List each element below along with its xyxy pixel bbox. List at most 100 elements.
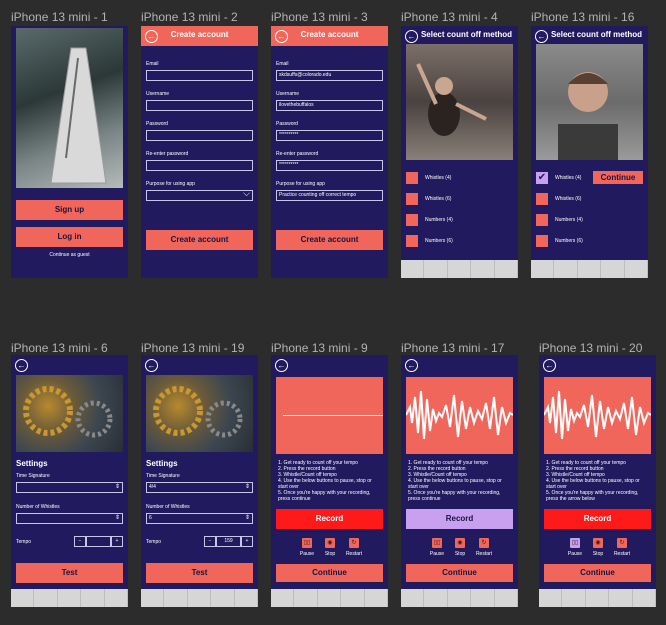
login-button[interactable]: Log in <box>16 227 123 247</box>
frame-label: iPhone 13 mini - 19 <box>141 341 245 355</box>
page-title: Create account <box>170 30 229 39</box>
option-label: Numbers (6) <box>425 238 453 244</box>
password-label: Password <box>276 121 298 127</box>
chevron-down-icon: ⌵ <box>243 190 250 198</box>
email-field[interactable] <box>146 70 253 81</box>
frame-label: iPhone 13 mini - 4 <box>401 10 498 24</box>
restart-icon[interactable]: ↻ <box>617 538 627 548</box>
stop-label: Stop <box>592 551 604 557</box>
back-icon[interactable]: ← <box>405 359 418 372</box>
option-checkbox[interactable] <box>536 235 548 247</box>
signup-button[interactable]: Sign up <box>16 200 123 220</box>
email-field[interactable]: skdsuffs@colorado.edu <box>276 70 383 81</box>
instructions: 1. Get ready to count off your tempo 2. P… <box>408 460 502 502</box>
back-icon[interactable]: ← <box>275 359 288 372</box>
time-signature-field[interactable]: 4/4 ⇕ <box>146 482 253 493</box>
instructions: 1. Get ready to count off your tempo 2. P… <box>546 460 640 502</box>
tempo-field[interactable] <box>86 536 111 547</box>
option-checkbox[interactable] <box>406 193 418 205</box>
waveform-panel <box>405 377 514 454</box>
purpose-select[interactable]: ⌵ <box>146 190 253 201</box>
gears-image <box>16 375 123 452</box>
option-checkbox-checked[interactable]: ✔ <box>536 172 548 184</box>
page-title: Select count off method <box>420 30 513 39</box>
option-checkbox[interactable] <box>536 214 548 226</box>
whistles-field[interactable]: 6 ⇕ <box>146 513 253 524</box>
stop-icon[interactable]: ◉ <box>455 538 465 548</box>
username-field[interactable]: ilovethebuffalos <box>276 100 383 111</box>
restart-icon[interactable]: ↻ <box>349 538 359 548</box>
stepper-icon[interactable]: ⇕ <box>115 514 120 523</box>
test-button[interactable]: Test <box>16 563 123 583</box>
page-title: Select count off method <box>550 30 643 39</box>
screen-recording: ← 1. Get ready to count off your tempo 2.… <box>401 355 518 607</box>
header: ← Select count off method <box>531 26 648 46</box>
whistler-image <box>536 44 643 160</box>
tempo-minus-button[interactable]: − <box>74 536 86 547</box>
whistler-icon <box>558 72 618 160</box>
tempo-minus-button[interactable]: − <box>204 536 216 547</box>
option-checkbox[interactable] <box>536 193 548 205</box>
stepper-icon[interactable]: ⇕ <box>245 514 250 523</box>
record-button[interactable]: Record <box>276 509 383 529</box>
stepper-icon[interactable]: ⇕ <box>115 483 120 492</box>
reenter-field[interactable] <box>146 160 253 171</box>
back-icon[interactable]: ← <box>15 359 28 372</box>
tempo-plus-button[interactable]: + <box>111 536 123 547</box>
restart-label: Restart <box>613 551 631 557</box>
pause-icon[interactable]: ▯▯ <box>432 538 442 548</box>
username-field[interactable] <box>146 100 253 111</box>
purpose-label: Purpose for using app <box>276 181 325 187</box>
continue-button[interactable]: Continue <box>276 564 383 582</box>
pause-icon[interactable]: ▯▯ <box>302 538 312 548</box>
frame-label: iPhone 13 mini - 3 <box>271 10 368 24</box>
stepper-icon[interactable]: ⇕ <box>245 483 250 492</box>
password-field[interactable]: ********** <box>276 130 383 141</box>
continue-button[interactable]: Continue <box>406 564 513 582</box>
record-button[interactable]: Record <box>544 509 651 529</box>
option-checkbox[interactable] <box>406 172 418 184</box>
pause-icon[interactable]: ▯▯ <box>570 538 580 548</box>
metronome-icon <box>50 47 107 184</box>
reenter-field[interactable]: ********** <box>276 160 383 171</box>
time-signature-field[interactable]: ⇕ <box>16 482 123 493</box>
frame-label: iPhone 13 mini - 1 <box>11 10 108 24</box>
header: ← Create account <box>271 26 388 46</box>
whistles-field[interactable]: ⇕ <box>16 513 123 524</box>
gear-icon <box>153 386 243 438</box>
screen-count-off-selected: ← Select count off method ✔ Whistles (4)… <box>531 26 648 278</box>
stop-icon[interactable]: ◉ <box>325 538 335 548</box>
username-label: Username <box>276 91 300 97</box>
tab-bar <box>271 589 388 607</box>
create-account-button[interactable]: Create account <box>146 230 253 250</box>
option-checkbox[interactable] <box>406 214 418 226</box>
reenter-label: Re-enter password <box>276 151 319 157</box>
back-icon[interactable]: ← <box>543 359 556 372</box>
option-label: Whistles (4) <box>425 175 452 181</box>
tempo-plus-button[interactable]: + <box>241 536 253 547</box>
tempo-field[interactable]: 159 <box>216 536 241 547</box>
password-field[interactable] <box>146 130 253 141</box>
instructions: 1. Get ready to count off your tempo 2. P… <box>278 460 372 502</box>
stop-label: Stop <box>324 551 336 557</box>
username-label: Username <box>146 91 170 97</box>
restart-icon[interactable]: ↻ <box>479 538 489 548</box>
frame-label: iPhone 13 mini - 6 <box>11 341 108 355</box>
continue-button[interactable]: Continue <box>544 564 651 582</box>
back-icon[interactable]: ← <box>145 359 158 372</box>
stop-icon[interactable]: ◉ <box>593 538 603 548</box>
pause-label: Pause <box>567 551 583 557</box>
record-button[interactable]: Record <box>406 509 513 529</box>
screen-create-account: ← Create account Email Username Password… <box>141 26 258 278</box>
stop-label: Stop <box>454 551 466 557</box>
frame-label: iPhone 13 mini - 9 <box>271 341 368 355</box>
option-checkbox[interactable] <box>406 235 418 247</box>
time-signature-label: Time Signature <box>16 473 50 479</box>
continue-button[interactable]: Continue <box>593 171 643 184</box>
create-account-button[interactable]: Create account <box>276 230 383 250</box>
tab-bar <box>401 589 518 607</box>
purpose-select[interactable]: Practice counting off correct tempo <box>276 190 383 201</box>
test-button[interactable]: Test <box>146 563 253 583</box>
guest-link[interactable]: Continue as guest <box>11 252 128 258</box>
metronome-image <box>16 28 123 188</box>
